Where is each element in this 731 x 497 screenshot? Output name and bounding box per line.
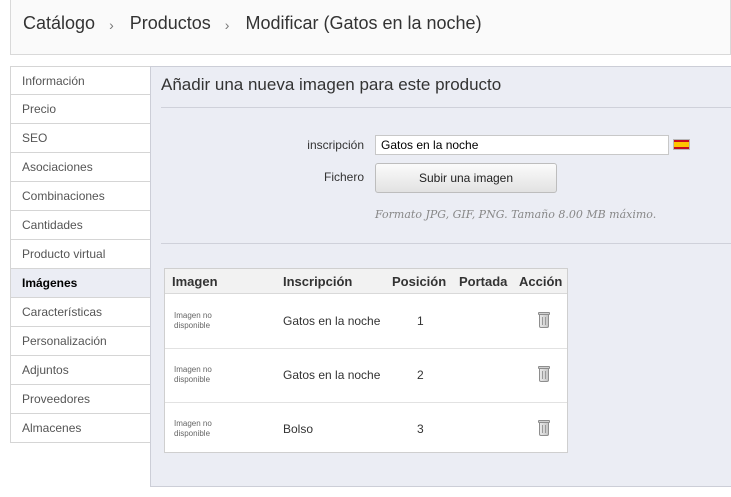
row-caption: Gatos en la noche [283,314,381,328]
table-row: Imagen no disponible Bolso 3 [165,403,567,457]
breadcrumb-current: Modificar (Gatos en la noche) [245,13,482,33]
file-label: Fichero [323,170,364,184]
sidebar-item-precio[interactable]: Precio [10,95,151,124]
row-position: 1 [417,314,424,328]
file-format-hint: Formato JPG, GIF, PNG. Tamaño 8.00 MB má… [375,208,657,221]
images-table: Imagen Inscripción Posición Portada Acci… [164,268,568,453]
sidebar-item-cantidades[interactable]: Cantidades [10,211,151,240]
sidebar-item-combinaciones[interactable]: Combinaciones [10,182,151,211]
inscription-label: inscripción [307,138,364,152]
breadcrumb-separator: › [224,16,230,33]
sidebar-item-producto-virtual[interactable]: Producto virtual [10,240,151,269]
breadcrumb-catalogo[interactable]: Catálogo [23,13,95,34]
product-tabs-sidebar: Información Precio SEO Asociaciones Comb… [10,66,151,443]
image-placeholder: Imagen no disponible [174,311,212,330]
sidebar-item-caracteristicas[interactable]: Características [10,298,151,327]
header-image: Imagen [172,274,218,289]
upload-image-button[interactable]: Subir una imagen [375,163,557,193]
inscription-input[interactable] [375,135,669,155]
header-caption: Inscripción [283,274,353,289]
row-position: 2 [417,368,424,382]
sidebar-item-proveedores[interactable]: Proveedores [10,385,151,414]
divider [161,107,731,108]
sidebar-item-personalizacion[interactable]: Personalización [10,327,151,356]
header-action: Acción [519,274,563,289]
row-caption: Bolso [283,422,314,436]
row-caption: Gatos en la noche [283,368,381,382]
table-row: Imagen no disponible Gatos en la noche 2 [165,349,567,403]
sidebar-item-adjuntos[interactable]: Adjuntos [10,356,151,385]
sidebar-item-imagenes[interactable]: Imágenes [10,269,151,298]
page-header: Catálogo › Productos › Modificar (Gatos … [10,0,731,55]
sidebar-item-asociaciones[interactable]: Asociaciones [10,153,151,182]
trash-icon[interactable] [538,312,550,329]
breadcrumb-productos[interactable]: Productos [130,13,211,34]
table-row: Imagen no disponible Gatos en la noche 1 [165,295,567,349]
breadcrumb: Catálogo › Productos › Modificar (Gatos … [23,13,482,34]
images-panel: Añadir una nueva imagen para este produc… [150,66,731,487]
row-position: 3 [417,422,424,436]
sidebar-item-seo[interactable]: SEO [10,124,151,153]
spain-flag-icon[interactable] [673,139,690,150]
header-cover: Portada [459,274,508,289]
panel-title: Añadir una nueva imagen para este produc… [161,75,502,94]
trash-icon[interactable] [538,366,550,383]
trash-icon[interactable] [538,420,550,437]
header-position: Posición [392,274,447,289]
divider [161,243,731,244]
sidebar-item-informacion[interactable]: Información [10,66,151,95]
image-placeholder: Imagen no disponible [174,419,212,438]
breadcrumb-separator: › [109,16,114,33]
sidebar-item-almacenes[interactable]: Almacenes [10,414,151,443]
image-placeholder: Imagen no disponible [174,365,212,384]
